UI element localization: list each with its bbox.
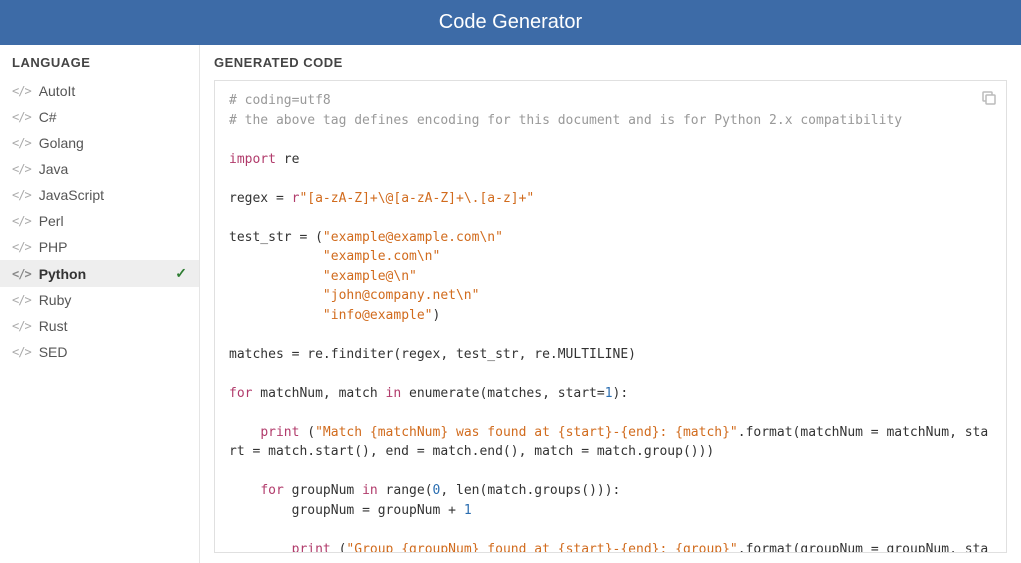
code-keyword: print [292, 542, 331, 554]
code-text: re [276, 152, 299, 167]
check-icon: ✓ [175, 265, 187, 282]
code-comment: # coding=utf8 [229, 93, 331, 108]
code-string: "example.com\n" [323, 249, 440, 264]
app-title: Code Generator [439, 11, 582, 34]
app-header: Code Generator [0, 0, 1021, 45]
code-keyword: print [260, 425, 299, 440]
code-text: range( [378, 483, 433, 498]
language-item-perl[interactable]: </> Perl [0, 208, 199, 234]
language-item-rust[interactable]: </> Rust [0, 313, 199, 339]
code-text: groupNum = groupNum + [229, 503, 464, 518]
code-text: ) [433, 308, 441, 323]
language-item-c[interactable]: </> C# [0, 104, 199, 130]
language-item-sed[interactable]: </> SED [0, 339, 199, 365]
language-label: C# [39, 109, 187, 125]
code-brackets-icon: </> [12, 84, 31, 98]
code-number: 1 [605, 386, 613, 401]
language-label: Perl [39, 213, 187, 229]
code-keyword: for [260, 483, 283, 498]
language-label: SED [39, 344, 187, 360]
code-string: "[a-zA-Z]+\@[a-zA-Z]+\.[a-z]+" [299, 191, 534, 206]
code-text: ( [331, 542, 347, 554]
code-string: "info@example" [323, 308, 433, 323]
language-item-golang[interactable]: </> Golang [0, 130, 199, 156]
language-label: JavaScript [39, 187, 187, 203]
main-panel: GENERATED CODE # coding=utf8 # the above… [200, 45, 1021, 563]
code-text: matchNum, match [252, 386, 385, 401]
code-string: "john@company.net\n" [323, 288, 480, 303]
language-label: Ruby [39, 292, 187, 308]
code-brackets-icon: </> [12, 162, 31, 176]
code-keyword: in [362, 483, 378, 498]
code-brackets-icon: </> [12, 188, 31, 202]
language-item-ruby[interactable]: </> Ruby [0, 287, 199, 313]
language-sidebar: LANGUAGE </>AutoIt</>C#</>Golang</>Java<… [0, 45, 200, 563]
language-item-java[interactable]: </> Java [0, 156, 199, 182]
language-label: AutoIt [39, 83, 187, 99]
code-brackets-icon: </> [12, 214, 31, 228]
code-text: ( [299, 425, 315, 440]
generated-code[interactable]: # coding=utf8 # the above tag defines en… [229, 91, 992, 553]
code-keyword: in [386, 386, 402, 401]
code-brackets-icon: </> [12, 240, 31, 254]
sidebar-heading: LANGUAGE [0, 55, 199, 78]
code-brackets-icon: </> [12, 345, 31, 359]
code-text: ): [613, 386, 629, 401]
code-brackets-icon: </> [12, 110, 31, 124]
code-number: 1 [464, 503, 472, 518]
code-box: # coding=utf8 # the above tag defines en… [214, 80, 1007, 553]
language-item-javascript[interactable]: </> JavaScript [0, 182, 199, 208]
code-text: enumerate(matches, start= [401, 386, 605, 401]
code-string: "Match {matchNum} was found at {start}-{… [315, 425, 738, 440]
code-brackets-icon: </> [12, 136, 31, 150]
code-string: "example@\n" [323, 269, 417, 284]
language-item-python[interactable]: </> Python✓ [0, 260, 199, 287]
language-item-autoit[interactable]: </> AutoIt [0, 78, 199, 104]
code-string: "Group {groupNum} found at {start}-{end}… [346, 542, 737, 554]
code-brackets-icon: </> [12, 293, 31, 307]
code-keyword: for [229, 386, 252, 401]
code-text: regex = [229, 191, 292, 206]
code-comment: # the above tag defines encoding for thi… [229, 113, 902, 128]
code-text: , len(match.groups())): [440, 483, 620, 498]
main-content: LANGUAGE </>AutoIt</>C#</>Golang</>Java<… [0, 45, 1021, 563]
code-brackets-icon: </> [12, 319, 31, 333]
code-keyword: import [229, 152, 276, 167]
code-string: "example@example.com\n" [323, 230, 503, 245]
language-label: Python [39, 266, 176, 282]
language-label: Java [39, 161, 187, 177]
language-label: PHP [39, 239, 187, 255]
copy-icon[interactable] [980, 89, 998, 107]
code-brackets-icon: </> [12, 267, 31, 281]
language-item-php[interactable]: </> PHP [0, 234, 199, 260]
language-label: Golang [39, 135, 187, 151]
generated-code-heading: GENERATED CODE [214, 55, 1007, 70]
code-text: test_str = ( [229, 230, 323, 245]
code-text: matches = re.finditer(regex, test_str, r… [229, 347, 636, 362]
language-list: </> AutoIt </> C# </> Golang </> Java </> JavaScr… [0, 78, 199, 365]
code-text: groupNum [284, 483, 362, 498]
language-label: Rust [39, 318, 187, 334]
